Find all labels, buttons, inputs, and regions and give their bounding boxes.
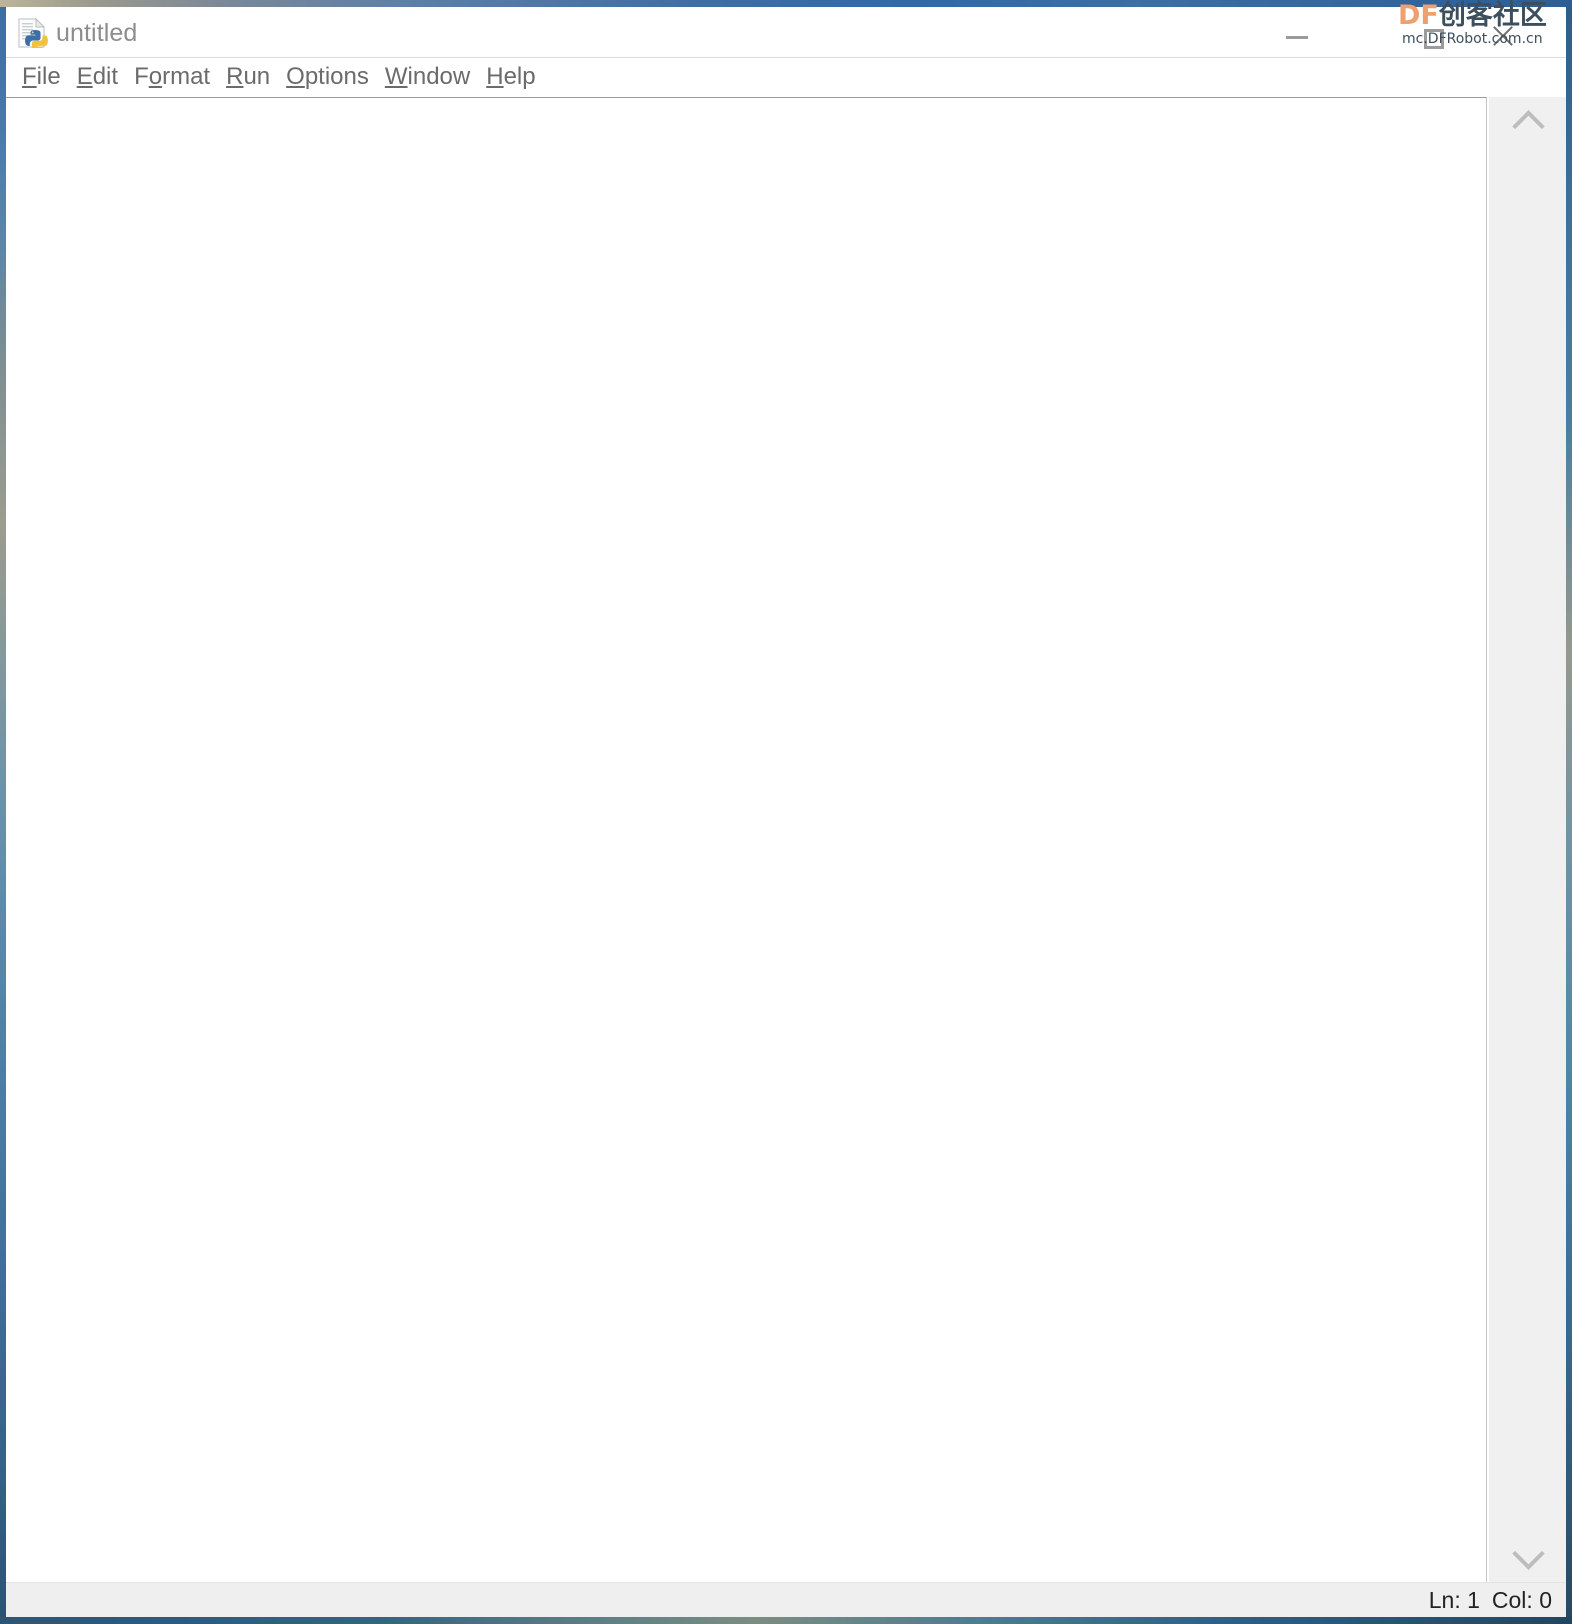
vertical-scrollbar[interactable] [1488, 97, 1566, 1582]
menu-item-window[interactable]: Window [377, 62, 478, 92]
chevron-up-icon [1511, 109, 1545, 143]
menu-item-help[interactable]: Help [478, 62, 543, 92]
window-title: untitled [56, 19, 138, 47]
menu-label-format: rmat [162, 63, 211, 90]
code-text-area[interactable] [6, 97, 1487, 1582]
menu-accel-run: R [226, 63, 244, 90]
menu-accel-window: W [384, 63, 408, 90]
menu-item-edit[interactable]: Edit [69, 62, 126, 92]
menu-bar: File Edit Format Run Options Window Help [6, 58, 1566, 96]
status-bar: Ln: 1 Col: 0 [6, 1582, 1566, 1617]
close-icon [1490, 23, 1516, 49]
menu-accel-help: H [486, 63, 504, 90]
menu-accel-edit: E [76, 63, 93, 90]
maximize-icon [1424, 29, 1444, 49]
menu-item-format[interactable]: Format [126, 62, 218, 92]
cursor-position-status: Ln: 1 Col: 0 [1429, 1585, 1552, 1615]
menu-label-options: ptions [304, 63, 369, 90]
scroll-down-button[interactable] [1489, 1530, 1567, 1582]
menu-label-edit: dit [92, 63, 119, 90]
editor-area [6, 97, 1566, 1582]
menu-accel-file: F [22, 63, 37, 90]
menu-label-run: un [243, 63, 271, 90]
menu-label-file: ile [36, 63, 61, 90]
menu-accel-format: o [148, 63, 163, 90]
title-bar[interactable]: untitled [6, 7, 1566, 58]
idle-editor-window: untitled DF创客社区 mc.DFRobot.com.cn File E… [0, 0, 1572, 1624]
chevron-down-icon [1511, 1536, 1545, 1570]
menu-label-help: elp [503, 63, 536, 90]
python-file-icon [16, 17, 48, 52]
minimize-icon [1286, 36, 1308, 39]
window-border-top [0, 0, 1572, 7]
menu-accel-options: O [286, 63, 305, 90]
window-border-right [1566, 7, 1572, 1617]
menu-item-run[interactable]: Run [218, 62, 278, 92]
line-number-label: Ln: 1 [1428, 1587, 1480, 1613]
column-number-label: Col: 0 [1491, 1587, 1552, 1613]
menu-label-window: indow [407, 63, 471, 90]
menu-item-file[interactable]: File [14, 62, 69, 92]
menu-item-options[interactable]: Options [278, 62, 377, 92]
menu-prefix-format: F [134, 63, 149, 90]
window-border-bottom [0, 1617, 1572, 1624]
scroll-up-button[interactable] [1489, 97, 1567, 149]
